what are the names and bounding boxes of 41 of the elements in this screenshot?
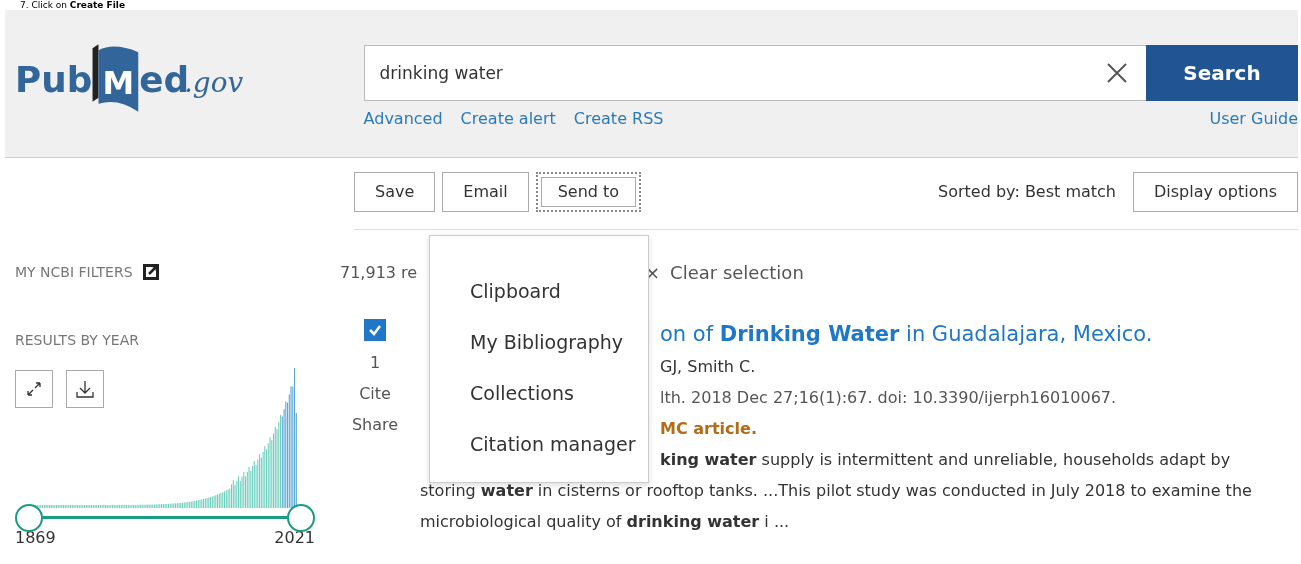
- menu-item[interactable]: Citation manager: [430, 419, 648, 470]
- header-link[interactable]: Create alert: [460, 109, 556, 128]
- header-link[interactable]: Advanced: [363, 109, 443, 128]
- toolbar-button[interactable]: Send to: [535, 171, 642, 212]
- result-title-link[interactable]: on of Drinking Water in Guadalajara, Mexico.: [660, 319, 1153, 349]
- instruction-text: 7. Click on Create File: [19, 0, 126, 10]
- menu-item[interactable]: Collections: [430, 368, 648, 419]
- search-button[interactable]: Search: [1146, 45, 1298, 101]
- sort-label: Sorted by: Best match: [938, 182, 1116, 201]
- result-citation: lth. 2018 Dec 27;16(1):67. doi: 10.3390/ijerph16010067.: [660, 387, 1117, 409]
- toolbar-button[interactable]: Email: [442, 171, 529, 212]
- external-link-icon[interactable]: [142, 264, 159, 280]
- range-handle[interactable]: [287, 504, 315, 532]
- clear-icon[interactable]: [1106, 62, 1128, 84]
- expand-button[interactable]: [15, 370, 53, 408]
- search-field[interactable]: drinking water: [363, 45, 1088, 101]
- end-year: 2021: [274, 528, 315, 547]
- header-link[interactable]: Create RSS: [573, 109, 664, 128]
- result-authors: GJ, Smith C.: [660, 356, 756, 378]
- results-by-year-heading: RESULTS BY YEAR: [15, 332, 140, 348]
- user-guide-link[interactable]: User Guide: [1209, 109, 1298, 128]
- pubmed-logo: Pub M ed.gov: [15, 40, 254, 112]
- start-year: 1869: [15, 528, 56, 547]
- clear-selection-link[interactable]: Clear selection: [670, 262, 804, 283]
- cite-link[interactable]: Cite: [359, 384, 391, 403]
- download-button[interactable]: [66, 370, 104, 408]
- download-icon: [75, 379, 95, 399]
- toolbar-button[interactable]: Save: [354, 171, 436, 212]
- result-snippet-line: king water supply is intermittent and unreliable, households adapt by: [660, 449, 1231, 471]
- expand-icon: [26, 381, 42, 397]
- free-article-label: MC article.: [660, 418, 757, 440]
- share-link[interactable]: Share: [351, 415, 399, 434]
- menu-item[interactable]: Clipboard: [430, 266, 648, 317]
- results-count: 71,913 re: [340, 263, 419, 282]
- result-number: 1: [369, 353, 381, 372]
- range-handle[interactable]: [15, 504, 43, 532]
- display-options-button[interactable]: Display options: [1133, 171, 1298, 212]
- filters-heading: MY NCBI FILTERS: [15, 264, 133, 280]
- result-checkbox[interactable]: [364, 319, 386, 341]
- result-snippet: storing water in cisterns or rooftop tanks. ...This pilot study was conducted in July 2018 to examine the microbiological quality of drinking water i ...: [420, 480, 1253, 533]
- menu-item[interactable]: My Bibliography: [430, 317, 648, 368]
